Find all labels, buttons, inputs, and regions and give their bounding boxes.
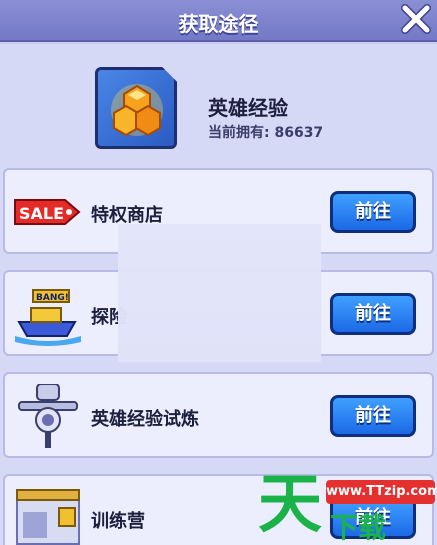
boat-icon: BANG! (13, 282, 83, 346)
watermark-tail: 下载 (330, 511, 387, 544)
go-button-expedition[interactable]: 前往 (330, 293, 416, 335)
training-camp-icon (13, 486, 83, 545)
source-label: 英雄经验试炼 (91, 409, 199, 430)
go-button-hero-exp-trial[interactable]: 前往 (330, 395, 416, 437)
watermark-url: www.TTzip.com (326, 480, 437, 504)
svg-text:BANG!: BANG! (36, 293, 69, 303)
blurred-region (118, 224, 321, 362)
watermark-glyph: 天 (258, 468, 322, 542)
item-owned-count: 当前拥有: 86637 (208, 125, 324, 141)
training-dummy-icon (13, 383, 83, 448)
svg-text:SALE: SALE (19, 204, 64, 223)
hero-exp-item-card (95, 67, 177, 149)
close-icon[interactable] (399, 2, 433, 36)
source-row-hero-exp-trial: 英雄经验试炼 前往 (3, 372, 434, 458)
title-bar: 获取途径 (0, 0, 437, 42)
hero-exp-crystal-icon (111, 84, 163, 137)
dialog-title: 获取途径 (178, 12, 259, 36)
site-watermark: 天 www.TTzip.com 下载 (258, 470, 437, 545)
item-name: 英雄经验 (208, 96, 288, 120)
sale-tag-icon: SALE (13, 180, 83, 244)
source-label: 训练营 (91, 511, 145, 532)
go-button-privilege-shop[interactable]: 前往 (330, 191, 416, 233)
item-info: 英雄经验 当前拥有: 86637 (0, 44, 437, 160)
